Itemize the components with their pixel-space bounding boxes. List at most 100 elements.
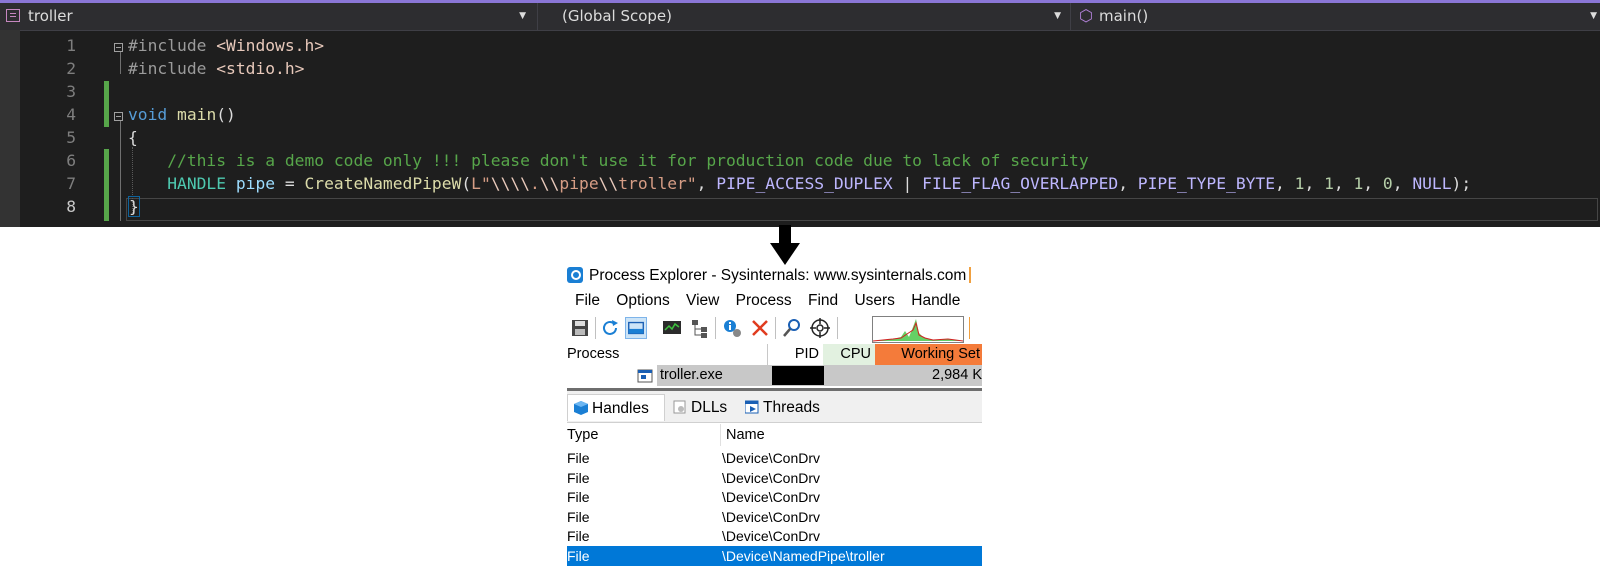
line-number: 4 [66,105,76,124]
find-icon[interactable] [781,317,803,339]
code-token: PIPE_TYPE_BYTE [1137,174,1276,193]
handle-name: \Device\ConDrv [722,528,821,545]
line-number: 2 [66,59,76,78]
code-token: NULL [1412,174,1452,193]
toolbar-separator [837,317,838,339]
code-token: 1 [1324,174,1334,193]
toolbar-separator [595,317,596,339]
line-number: 1 [66,36,76,55]
arrow-down-icon [770,225,800,265]
column-cpu[interactable]: CPU [823,344,875,365]
process-tree-icon[interactable] [689,317,711,339]
menu-handle[interactable]: Handle [911,292,960,309]
tab-dlls[interactable]: DLLs [667,394,739,421]
code-token: = [275,174,305,193]
kill-process-icon[interactable] [749,317,771,339]
menu-view[interactable]: View [686,292,719,309]
code-token: 1 [1353,174,1364,193]
code-line[interactable]: 7 HANDLE pipe = CreateNamedPipeW(L"\\\\.… [0,172,1600,195]
menu-process[interactable]: Process [736,292,792,309]
code-token: #include [128,59,217,78]
save-icon[interactable] [569,317,591,339]
editor-text-area[interactable]: 1 #include <Windows.h> 2 #include <stdio.h>… [0,30,1600,227]
line-number: 3 [66,82,76,101]
process-name: troller.exe [660,367,723,383]
project-dropdown[interactable]: troller ▼ [0,3,530,30]
process-column-header: Process PID CPU Working Set [567,344,982,365]
code-token: \\ [539,174,560,193]
tab-threads[interactable]: Threads [739,394,829,421]
process-row[interactable]: troller.exe 2,984 K [567,365,982,386]
line-number: 5 [66,128,76,147]
table-row-selected[interactable]: File \Device\NamedPipe\troller [567,546,982,566]
member-dropdown[interactable]: ⬡ main() ▼ [1070,3,1600,30]
code-token: , [1304,174,1325,193]
code-line[interactable]: 8} [0,195,1600,218]
code-token: , [1363,174,1383,193]
show-lower-pane-icon[interactable] [625,317,647,339]
column-process[interactable]: Process [567,344,767,365]
column-working-set[interactable]: Working Set [875,344,982,365]
table-row[interactable]: File \Device\ConDrv [567,448,982,468]
handle-type: File [567,548,590,564]
tab-handles-label: Handles [592,400,649,417]
table-row[interactable]: File \Device\ConDrv [567,468,982,488]
handle-type: File [567,489,590,506]
process-explorer-icon [567,267,583,283]
menu-find[interactable]: Find [808,292,838,309]
toolbar-separator [775,317,776,339]
window-title-bar: Process Explorer - Sysinternals: www.sys… [567,265,982,287]
redacted-pid [772,366,824,385]
code-token: <stdio.h> [216,59,305,78]
code-token: <Windows.h> [216,36,325,55]
navigation-bar: troller ▼ (Global Scope) ▼ ⬡ main() ▼ [0,3,1600,31]
refresh-icon[interactable] [599,317,621,339]
code-token: ); [1451,174,1472,193]
code-line[interactable]: 5{ [0,126,1600,149]
system-info-icon[interactable] [661,317,683,339]
code-text: void main() [128,103,236,126]
scope-dropdown[interactable]: (Global Scope) ▼ [537,3,1065,30]
column-pid[interactable]: PID [768,344,823,365]
menu-users[interactable]: Users [854,292,894,309]
column-name[interactable]: Name [726,424,765,446]
toolbar-separator [715,317,716,339]
code-token: , [1333,174,1354,193]
code-token: , [1275,174,1295,193]
member-label: main() [1099,7,1149,25]
handle-name: \Device\NamedPipe\troller [722,548,885,564]
code-token: main [177,105,217,124]
tab-handles[interactable]: Handles [567,394,665,421]
code-line[interactable]: 1 #include <Windows.h> [0,34,1600,57]
chevron-down-icon: ▼ [1590,11,1597,21]
code-line[interactable]: 3 [0,80,1600,103]
chevron-down-icon: ▼ [1054,11,1061,21]
table-row[interactable]: File \Device\ConDrv [567,507,982,527]
column-type[interactable]: Type [567,424,598,446]
cpu-graph[interactable] [872,316,964,343]
code-token: PIPE_ACCESS_DUPLEX [716,174,893,193]
find-window-crosshair-icon[interactable] [809,317,831,339]
code-token: () [216,105,236,124]
code-token: HANDLE [167,174,227,193]
code-token: . [529,174,540,193]
table-row[interactable]: File \Device\ConDrv [567,487,982,507]
threads-icon [745,400,759,414]
code-token: , [1118,174,1138,193]
code-token: FILE_FLAG_OVERLAPPED [922,174,1119,193]
code-line[interactable]: 2 #include <stdio.h> [0,57,1600,80]
menu-options[interactable]: Options [616,292,669,309]
lower-pane-tabs: Handles DLLs Threads [567,391,982,423]
table-row[interactable]: File \Device\ConDrv [567,526,982,546]
code-line[interactable]: 6 //this is a demo code only !!! please … [0,149,1600,172]
code-line[interactable]: 4 void main() [0,103,1600,126]
properties-icon[interactable] [721,317,743,339]
menu-file[interactable]: File [575,292,600,309]
project-name: troller [28,7,73,25]
code-token: , [696,174,717,193]
code-token: } [128,196,140,217]
menu-bar: File Options View Process Find Users Han… [567,290,982,312]
